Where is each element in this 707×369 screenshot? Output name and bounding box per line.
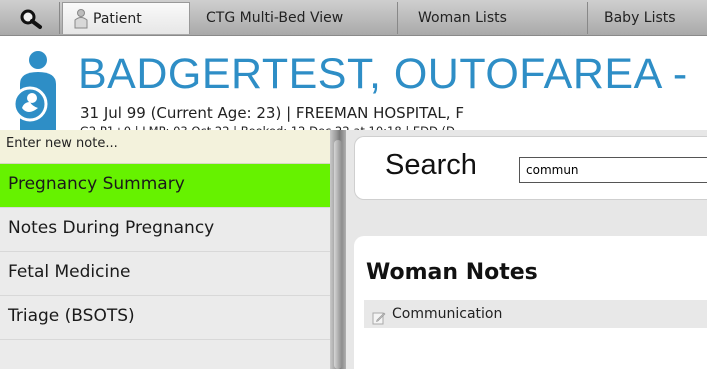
tab-search[interactable] (4, 2, 60, 34)
tab-woman-lists[interactable]: Woman Lists (398, 2, 588, 34)
new-note-input[interactable]: Enter new note... (0, 130, 330, 164)
search-label: Search (385, 149, 477, 181)
tab-patient[interactable]: Patient (62, 2, 190, 34)
note-item-communication[interactable]: Communication (364, 300, 707, 328)
patient-icon (73, 9, 89, 34)
tab-ctg-multi-bed-view[interactable]: CTG Multi-Bed View (190, 2, 398, 34)
top-tab-bar: Patient CTG Multi-Bed View Woman Lists B… (0, 0, 707, 36)
patient-demographics: 31 Jul 99 (Current Age: 23) | FREEMAN HO… (80, 104, 464, 122)
nav-item-pregnancy-summary[interactable]: Pregnancy Summary (0, 164, 330, 208)
splitter-grip[interactable] (334, 140, 342, 369)
patient-name: BADGERTEST, OUTOFAREA - (78, 50, 688, 98)
patient-header: BADGERTEST, OUTOFAREA - 31 Jul 99 (Curre… (0, 36, 707, 138)
left-navigation: Enter new note... Pregnancy Summary Note… (0, 130, 330, 369)
tab-woman-lists-label: Woman Lists (418, 10, 507, 26)
notes-title: Woman Notes (366, 260, 538, 285)
search-input[interactable] (519, 157, 707, 183)
nav-item-triage-bsots[interactable]: Triage (BSOTS) (0, 296, 330, 340)
content-pane: Search Woman Notes Communication (346, 130, 707, 369)
search-panel: Search (354, 136, 707, 200)
tab-baby-lists-label: Baby Lists (604, 10, 676, 26)
pane-splitter[interactable] (330, 130, 346, 369)
note-item-label: Communication (392, 306, 503, 322)
edit-note-icon (372, 307, 386, 335)
nav-item-notes-during-pregnancy[interactable]: Notes During Pregnancy (0, 208, 330, 252)
pregnant-woman-icon (8, 50, 68, 134)
woman-notes-panel: Woman Notes Communication (354, 236, 707, 369)
tab-ctg-label: CTG Multi-Bed View (206, 10, 344, 26)
nav-item-fetal-medicine[interactable]: Fetal Medicine (0, 252, 330, 296)
tab-baby-lists[interactable]: Baby Lists (588, 2, 707, 34)
tab-patient-label: Patient (93, 11, 142, 27)
